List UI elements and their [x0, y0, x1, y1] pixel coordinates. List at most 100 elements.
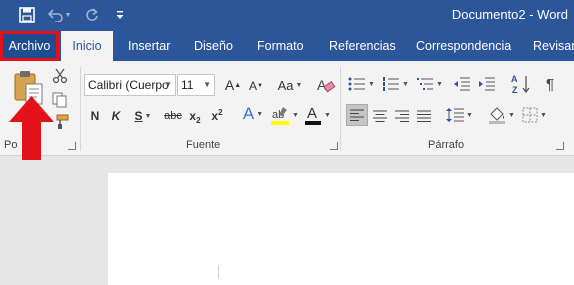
highlight-button[interactable]: ab ▼	[270, 104, 300, 126]
paragraph-launcher-icon[interactable]	[556, 142, 564, 150]
tab-diseno[interactable]: Diseño	[194, 31, 233, 61]
ribbon-home: Po Calibri (Cuerpo ▼ 11 ▼ A ▲ A ▼ Aa ▼ A N …	[0, 61, 574, 156]
line-spacing-icon	[446, 108, 464, 122]
caret-down-icon: ▼	[257, 83, 263, 89]
paragraph-group-label: Párrafo	[428, 139, 465, 151]
strikethrough-button[interactable]: abc	[162, 106, 184, 126]
chevron-down-icon: ▼	[368, 80, 375, 88]
superscript-label: x	[211, 109, 219, 123]
font-color-bar	[305, 121, 321, 125]
tab-insertar[interactable]: Insertar	[128, 31, 170, 61]
font-group-label: Fuente	[186, 139, 221, 151]
change-case-button[interactable]: Aa ▼	[274, 75, 306, 95]
bullets-icon	[348, 77, 365, 91]
grow-font-label: A	[224, 77, 235, 93]
undo-icon[interactable]	[47, 6, 65, 24]
sort-icon: Z	[512, 76, 530, 94]
subscript-button[interactable]: x2	[187, 106, 203, 126]
customize-qat-icon[interactable]	[114, 6, 126, 24]
multilevel-list-icon	[417, 78, 433, 90]
chevron-down-icon: ▼	[256, 110, 264, 118]
superscript-button[interactable]: x2	[209, 106, 225, 126]
increase-indent-icon[interactable]	[478, 76, 496, 92]
tab-correspondencia[interactable]: Correspondencia	[416, 31, 511, 61]
clipboard-launcher-icon[interactable]	[68, 142, 76, 150]
document-area	[0, 157, 574, 285]
window-title: Documento2 - Word	[451, 7, 568, 22]
format-painter-icon[interactable]	[53, 114, 69, 130]
chevron-down-icon: ▼	[164, 80, 172, 89]
tab-archivo[interactable]: Archivo	[0, 31, 59, 61]
align-center-icon[interactable]	[373, 109, 387, 122]
paint-bucket-icon	[489, 107, 505, 124]
decrease-indent-icon[interactable]	[453, 76, 471, 92]
redo-icon[interactable]	[83, 6, 101, 24]
copy-icon[interactable]	[52, 92, 68, 108]
align-right-icon[interactable]	[395, 109, 409, 122]
margin-marker	[218, 265, 219, 279]
italic-button[interactable]: K	[109, 106, 123, 126]
shrink-font-button[interactable]: A ▼	[247, 76, 265, 96]
chevron-down-icon: ▼	[295, 81, 303, 89]
chevron-down-icon: ▼	[402, 80, 409, 88]
chevron-down-icon: ▼	[540, 111, 547, 119]
tab-referencias[interactable]: Referencias	[329, 31, 396, 61]
tab-inicio[interactable]: Inicio	[61, 31, 113, 61]
document-page[interactable]	[108, 173, 574, 285]
tab-revisar[interactable]: Revisar	[533, 31, 574, 61]
group-separator	[340, 67, 341, 151]
numbering-button[interactable]: ▼	[382, 74, 412, 94]
font-color-label: A	[307, 105, 318, 122]
subscript-mark: 2	[196, 115, 201, 125]
chevron-down-icon: ▼	[324, 111, 331, 119]
clear-formatting-icon[interactable]: A	[316, 75, 336, 95]
underline-label: S	[134, 109, 143, 123]
font-name-value: Calibri (Cuerpo	[88, 78, 169, 92]
superscript-mark: 2	[218, 107, 223, 117]
bullets-button[interactable]: ▼	[348, 74, 378, 94]
chevron-down-icon: ▼	[508, 111, 515, 119]
borders-icon	[522, 107, 538, 123]
font-size-value: 11	[181, 78, 194, 92]
align-left-icon	[350, 109, 364, 121]
show-formatting-button[interactable]: ¶	[541, 74, 559, 94]
highlighter-icon: ab	[271, 107, 289, 125]
align-left-button[interactable]	[346, 104, 368, 126]
multilevel-list-button[interactable]: ▼	[416, 74, 446, 94]
chevron-down-icon: ▼	[292, 111, 299, 119]
font-color-button[interactable]: A ▼	[304, 104, 334, 126]
borders-button[interactable]: ▼	[522, 106, 552, 124]
shrink-font-label: A	[249, 79, 258, 93]
group-separator	[80, 67, 81, 151]
chevron-down-icon[interactable]: ▼	[64, 6, 72, 24]
font-name-combo[interactable]: Calibri (Cuerpo ▼	[84, 74, 176, 96]
chevron-down-icon: ▼	[144, 112, 152, 120]
title-bar: ▼ Documento2 - Word	[0, 0, 574, 31]
change-case-label: Aa	[277, 77, 294, 93]
chevron-down-icon: ▼	[436, 80, 443, 88]
line-spacing-button[interactable]: ▼	[446, 106, 476, 124]
chevron-down-icon: ▼	[466, 111, 473, 119]
subscript-label: x	[189, 109, 197, 123]
underline-button[interactable]: S ▼	[131, 106, 155, 126]
save-icon[interactable]	[18, 6, 36, 24]
sort-button[interactable]: A Z	[511, 74, 531, 94]
cut-icon[interactable]	[52, 68, 68, 84]
justify-icon[interactable]	[417, 109, 431, 122]
red-arrow-icon	[9, 96, 54, 160]
text-effects-label: A	[242, 104, 255, 123]
font-launcher-icon[interactable]	[330, 142, 338, 150]
ribbon-tabs: Archivo Inicio Insertar Diseño Formato R…	[0, 31, 574, 61]
grow-font-button[interactable]: A ▲	[224, 75, 242, 95]
shading-button[interactable]: ▼	[488, 105, 518, 125]
chevron-down-icon: ▼	[203, 80, 211, 89]
word-window: ▼ Documento2 - Word Archivo Inicio Inser…	[0, 0, 574, 285]
tab-formato[interactable]: Formato	[257, 31, 304, 61]
numbering-icon	[383, 77, 399, 91]
font-size-combo[interactable]: 11 ▼	[177, 74, 215, 96]
font-color-icon: A	[304, 104, 322, 126]
svg-text:Z: Z	[512, 85, 518, 94]
bold-button[interactable]: N	[88, 106, 102, 126]
caret-up-icon: ▲	[234, 81, 242, 89]
text-effects-button[interactable]: A ▼	[238, 104, 268, 124]
